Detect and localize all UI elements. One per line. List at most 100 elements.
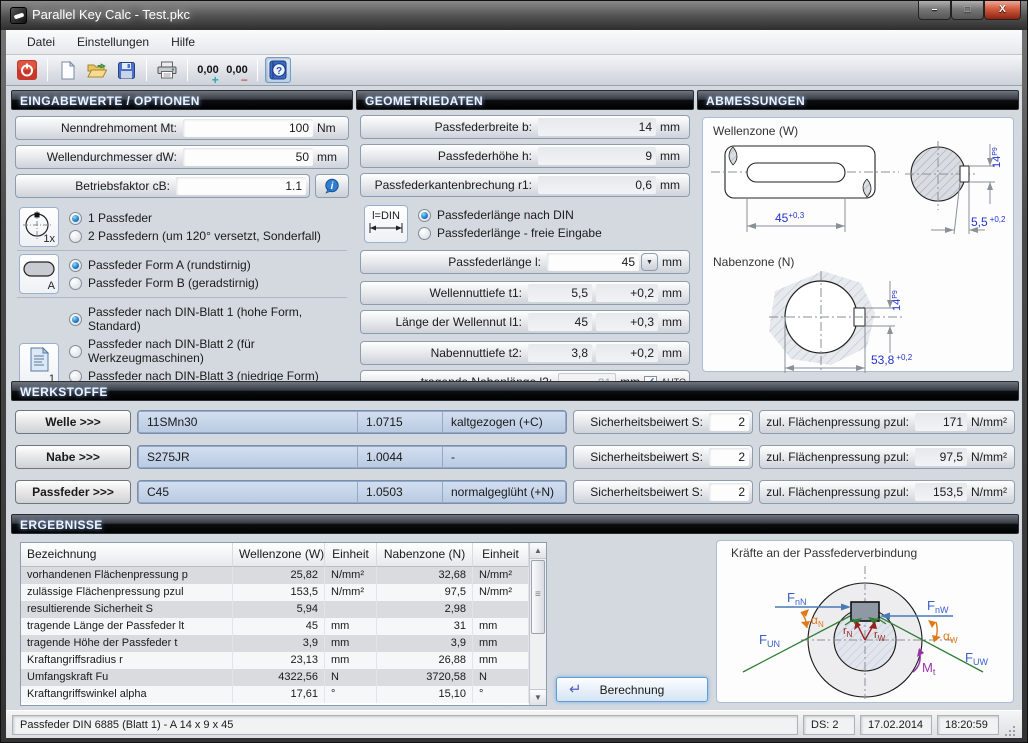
radio-selected-icon[interactable] — [69, 313, 82, 326]
col-einheit-w[interactable]: Einheit — [325, 543, 377, 567]
wellendurchmesser-label: Wellendurchmesser dW: — [19, 150, 183, 164]
sicherheitsbeiwert-input[interactable]: 2 — [709, 483, 749, 501]
option-din-blatt-2[interactable]: Passfeder nach DIN-Blatt 2 (für Werkzeug… — [69, 337, 349, 365]
radio-selected-icon[interactable] — [418, 209, 431, 222]
help-button[interactable]: ? — [265, 57, 291, 83]
scroll-up-icon[interactable]: ▲ — [530, 543, 546, 559]
passfeder-form-options: Passfeder Form A (rundstirnig) Passfeder… — [69, 254, 259, 294]
svg-text:?: ? — [276, 66, 282, 77]
abmessungen-panel: ABMESSUNGEN Wellenzone (W) — [697, 90, 1019, 377]
material-treatment: - — [443, 447, 565, 467]
status-ds: DS: 2 — [803, 715, 855, 735]
radio-icon[interactable] — [69, 345, 82, 358]
resize-grip[interactable] — [1004, 726, 1016, 738]
decimal-decrease-button[interactable]: 0,00− — [224, 57, 250, 83]
passfederlaenge-input[interactable]: 45 — [547, 253, 639, 271]
svg-text:Mt: Mt — [922, 660, 936, 677]
sicherheitsbeiwert-label: Sicherheitsbeiwert S: — [577, 415, 709, 429]
wellenzone-drawing: 45+0,3 14P9 — [703, 138, 1011, 246]
sicherheitsbeiwert-input[interactable]: 2 — [709, 448, 749, 466]
results-table: Bezeichnung Wellenzone (W) Einheit Naben… — [20, 542, 547, 706]
col-einheit-n[interactable]: Einheit — [473, 543, 529, 567]
betriebsfaktor-label: Betriebsfaktor cB: — [19, 179, 176, 193]
option-laenge-frei[interactable]: Passfederlänge - freie Eingabe — [418, 226, 602, 240]
geometrie-header: GEOMETRIEDATEN — [356, 90, 694, 110]
option-2-passfedern[interactable]: 2 Passfedern (um 120° versetzt, Sonderfa… — [69, 229, 321, 243]
force-diagram: FnN FnW FUN FUW αN αW rN rW Mt — [717, 560, 1013, 700]
radio-icon[interactable] — [69, 277, 82, 290]
nabe-button[interactable]: Nabe >>> — [15, 445, 131, 469]
abmessungen-header: ABMESSUNGEN — [697, 90, 1019, 110]
passfeder-button[interactable]: Passfeder >>> — [15, 480, 131, 504]
pzul-label: zul. Flächenpressung pzul: — [763, 485, 915, 499]
save-button[interactable] — [113, 57, 139, 83]
minimize-button[interactable]: – — [918, 1, 951, 20]
open-file-button[interactable] — [84, 57, 110, 83]
menu-hilfe[interactable]: Hilfe — [160, 31, 206, 53]
berechnung-button[interactable]: ↵ Berechnung — [556, 677, 708, 702]
nabennuttiefe-tol: +0,2 — [596, 344, 658, 362]
nenndrehmoment-input[interactable]: 100 — [183, 119, 313, 137]
option-laenge-din[interactable]: Passfederlänge nach DIN — [418, 208, 602, 222]
svg-text:FnN: FnN — [787, 590, 806, 607]
kantenbrechung-unit: mm — [656, 178, 686, 192]
table-scrollbar[interactable]: ▲ ▼ — [529, 543, 546, 705]
info-button[interactable]: i — [315, 174, 349, 198]
radio-icon[interactable] — [418, 227, 431, 240]
scroll-down-icon[interactable]: ▼ — [530, 689, 546, 705]
wellennuttiefe-row: Wellennuttiefe t1: 5,5 +0,2 mm — [360, 281, 690, 305]
passfeder-count-iconbox: 1x — [19, 207, 59, 247]
toolbar: 0,00+ 0,00− ? — [6, 55, 1022, 86]
option-form-a[interactable]: Passfeder Form A (rundstirnig) — [69, 258, 259, 272]
laenge-din-icon-label: l=DIN — [365, 210, 407, 222]
col-nabenzone[interactable]: Nabenzone (N) — [377, 543, 473, 567]
col-wellenzone[interactable]: Wellenzone (W) — [233, 543, 325, 567]
passfederlaenge-dropdown[interactable]: ▼ — [641, 253, 658, 271]
new-file-button[interactable] — [55, 57, 81, 83]
din-blatt-options: Passfeder nach DIN-Blatt 1 (hohe Form, S… — [69, 301, 349, 387]
passfederhoehe-row: Passfederhöhe h: 9 mm — [360, 144, 690, 168]
wellenzone-label: Wellenzone (W) — [703, 118, 1013, 138]
print-button[interactable] — [154, 57, 180, 83]
decimal-plus-icon: 0,00+ — [195, 64, 220, 76]
radio-selected-icon[interactable] — [69, 212, 82, 225]
material-treatment: kaltgezogen (+C) — [443, 412, 565, 432]
svg-text:45+0,3: 45+0,3 — [775, 211, 805, 225]
werkstoff-row-welle: Welle >>> 11SMn30 1.0715 kaltgezogen (+C… — [11, 410, 1019, 434]
window-title: Parallel Key Calc - Test.pkc — [32, 7, 190, 22]
wellendurchmesser-input[interactable]: 50 — [183, 148, 313, 166]
pzul-unit: N/mm² — [967, 485, 1011, 499]
betriebsfaktor-input[interactable]: 1.1 — [176, 177, 306, 195]
nabe-sicherheit-row: Sicherheitsbeiwert S: 2 — [573, 445, 753, 469]
maximize-button[interactable]: □ — [951, 1, 984, 20]
passfederhoehe-value: 9 — [538, 147, 656, 165]
menu-einstellungen[interactable]: Einstellungen — [66, 31, 160, 53]
pzul-unit: N/mm² — [967, 450, 1011, 464]
sicherheitsbeiwert-label: Sicherheitsbeiwert S: — [577, 450, 709, 464]
option-form-b[interactable]: Passfeder Form B (geradstirnig) — [69, 276, 259, 290]
option-din-blatt-1[interactable]: Passfeder nach DIN-Blatt 1 (hohe Form, S… — [69, 305, 349, 333]
radio-icon[interactable] — [69, 230, 82, 243]
nabennuttiefe-value: 3,8 — [528, 344, 592, 362]
close-button[interactable]: X — [984, 1, 1021, 20]
radio-selected-icon[interactable] — [69, 259, 82, 272]
passfederbreite-row: Passfederbreite b: 14 mm — [360, 115, 690, 139]
passfeder-pzul-row: zul. Flächenpressung pzul: 153,5 N/mm² — [759, 480, 1015, 504]
werkstoffe-header: WERKSTOFFE — [11, 381, 1019, 401]
menu-datei[interactable]: Datei — [16, 31, 66, 53]
app-icon[interactable] — [10, 7, 27, 24]
sicherheitsbeiwert-input[interactable]: 2 — [709, 413, 749, 431]
exit-button[interactable] — [14, 57, 40, 83]
material-number: 1.0715 — [358, 412, 442, 432]
kantenbrechung-row: Passfederkantenbrechung r1: 0,6 mm — [360, 173, 690, 197]
scroll-thumb[interactable] — [531, 560, 545, 634]
werkstoff-row-nabe: Nabe >>> S275JR 1.0044 - Sicherheitsbeiw… — [11, 445, 1019, 469]
col-bezeichnung[interactable]: Bezeichnung — [21, 543, 233, 567]
table-row: Kraftangriffswinkel alpha17,61°15,10° — [21, 686, 546, 703]
welle-button[interactable]: Welle >>> — [15, 410, 131, 434]
option-1-passfeder[interactable]: 1 Passfeder — [69, 211, 321, 225]
nenndrehmoment-row: Nenndrehmoment Mt: 100 Nm — [15, 116, 349, 140]
decimal-increase-button[interactable]: 0,00+ — [195, 57, 221, 83]
titlebar[interactable]: Parallel Key Calc - Test.pkc – □ X — [1, 1, 1027, 30]
pzul-unit: N/mm² — [967, 415, 1011, 429]
